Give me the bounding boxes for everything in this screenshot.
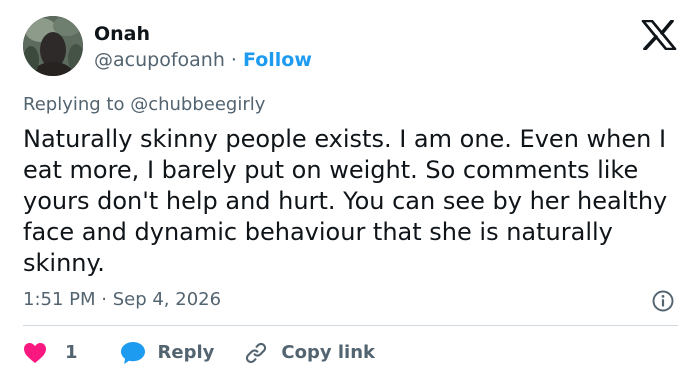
reply-context: Replying to @chubbeegirly bbox=[23, 93, 265, 117]
reply-context-prefix: Replying to bbox=[23, 94, 125, 115]
speech-bubble-icon bbox=[120, 342, 145, 364]
heart-icon bbox=[24, 343, 46, 363]
follow-button[interactable]: Follow bbox=[243, 49, 312, 71]
reply-target-handle[interactable]: @chubbeegirly bbox=[130, 94, 265, 115]
like-button[interactable]: 1 bbox=[23, 341, 78, 365]
divider bbox=[23, 325, 678, 326]
info-icon[interactable] bbox=[651, 289, 675, 313]
reply-label: Reply bbox=[157, 342, 215, 363]
link-icon bbox=[246, 342, 267, 364]
author-handle-line: @acupofoanh · Follow bbox=[94, 48, 312, 72]
avatar[interactable] bbox=[23, 16, 83, 76]
author-handle[interactable]: @acupofoanh bbox=[94, 49, 225, 71]
avatar-photo bbox=[23, 16, 83, 76]
separator-dot: · bbox=[230, 49, 237, 71]
x-logo-icon[interactable] bbox=[641, 20, 677, 50]
tweet-timestamp[interactable]: 1:51 PM · Sep 4, 2026 bbox=[23, 288, 221, 312]
copy-link-label: Copy link bbox=[281, 342, 375, 363]
tweet-text: Naturally skinny people exists. I am one… bbox=[23, 125, 668, 277]
copy-link-button[interactable]: Copy link bbox=[244, 341, 375, 365]
reply-button[interactable]: Reply bbox=[120, 341, 215, 365]
author-name[interactable]: Onah bbox=[94, 22, 150, 46]
like-count: 1 bbox=[65, 342, 78, 363]
action-bar: 1 Reply Copy link bbox=[23, 338, 375, 368]
